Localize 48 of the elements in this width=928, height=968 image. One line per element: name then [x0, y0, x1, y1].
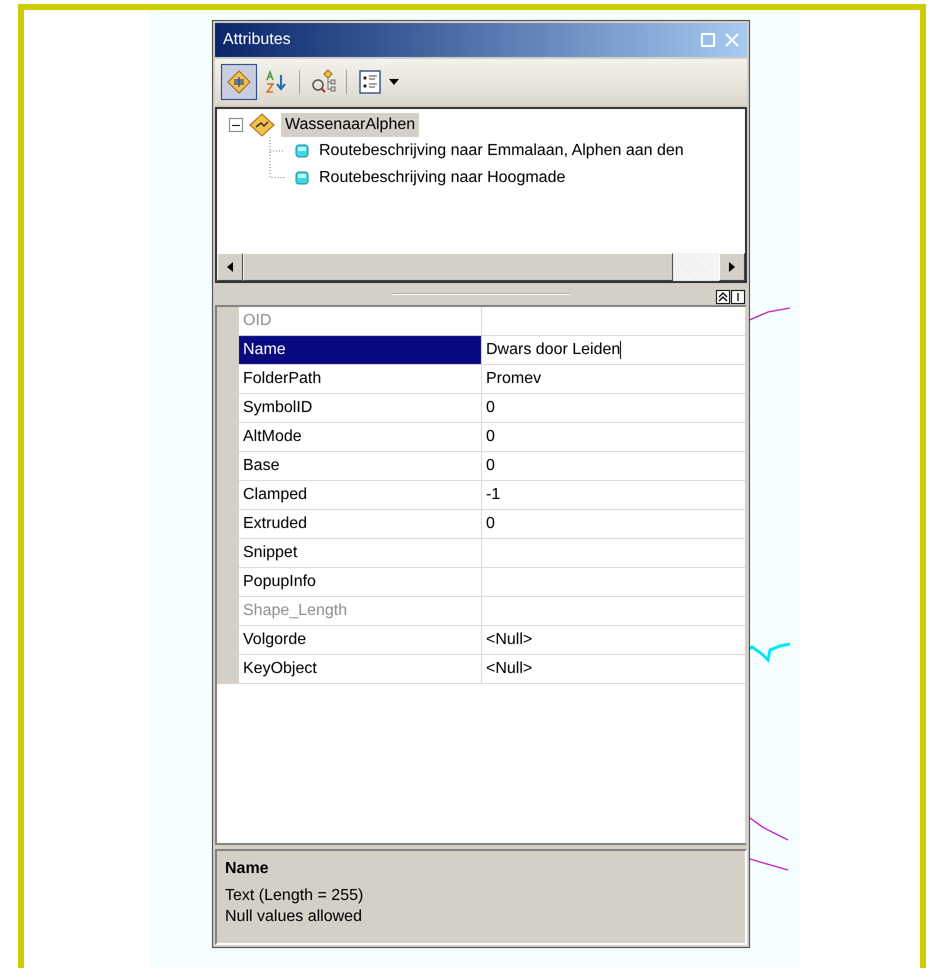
field-name-cell[interactable]: AltMode	[239, 423, 482, 452]
field-name-cell[interactable]: KeyObject	[239, 655, 482, 684]
route-layer-icon	[249, 113, 275, 137]
field-value[interactable]: Promev	[486, 367, 542, 391]
field-name-cell[interactable]: Volgorde	[239, 626, 482, 655]
maximize-icon[interactable]	[701, 33, 715, 47]
text-cursor	[620, 341, 622, 359]
field-name-cell[interactable]: SymbolID	[239, 394, 482, 423]
field-value[interactable]: 0	[486, 425, 495, 449]
row-header-cell[interactable]	[217, 655, 239, 684]
field-value[interactable]: 0	[486, 396, 495, 420]
field-value[interactable]: -1	[486, 483, 500, 507]
field-value[interactable]: 0	[486, 454, 495, 478]
field-value[interactable]: <Null>	[486, 628, 532, 652]
tree-item[interactable]: WassenaarAlphen	[281, 113, 420, 137]
dropdown-caret-icon[interactable]	[389, 79, 399, 85]
route-item-icon	[295, 144, 309, 158]
tree-item[interactable]: Routebeschrijving naar Emmalaan, Alphen aan den	[319, 138, 684, 162]
description-text: Null values allowed	[225, 907, 363, 927]
toolbar-button[interactable]	[221, 64, 257, 100]
list-options-icon	[358, 69, 382, 95]
collapse-toggle[interactable]	[229, 118, 243, 132]
row-header-cell[interactable]	[217, 307, 239, 336]
description-title: Name	[225, 859, 270, 879]
field-name-cell[interactable]: Snippet	[239, 539, 482, 568]
field-name-cell[interactable]: Base	[239, 452, 482, 481]
left-arrow-icon	[227, 262, 233, 272]
field-value[interactable]: 0	[486, 512, 495, 536]
field-value[interactable]: Dwars door Leiden	[486, 338, 620, 362]
field-name-cell[interactable]: PopupInfo	[239, 568, 482, 597]
layer-list-icon	[226, 69, 252, 95]
description-text: Text (Length = 255)	[225, 886, 364, 906]
field-value[interactable]: <Null>	[486, 657, 532, 681]
right-arrow-icon	[729, 262, 735, 272]
scroll-right-button[interactable]	[719, 253, 745, 281]
route-item-icon	[295, 170, 309, 184]
text-cursor-icon[interactable]	[731, 290, 745, 304]
field-name-cell[interactable]: FolderPath	[239, 365, 482, 394]
tree-item[interactable]: Routebeschrijving naar Hoogmade	[319, 166, 566, 190]
collapse-up-icon[interactable]	[716, 290, 730, 304]
field-name-cell[interactable]: Name	[239, 336, 482, 365]
window-title: Attributes	[223, 30, 291, 50]
scrollbar-thumb[interactable]	[243, 253, 673, 281]
scroll-left-button[interactable]	[217, 253, 243, 281]
close-icon[interactable]	[725, 33, 739, 47]
field-name-cell[interactable]: Extruded	[239, 510, 482, 539]
field-name-cell[interactable]: Clamped	[239, 481, 482, 510]
horizontal-scrollbar[interactable]	[217, 253, 745, 281]
